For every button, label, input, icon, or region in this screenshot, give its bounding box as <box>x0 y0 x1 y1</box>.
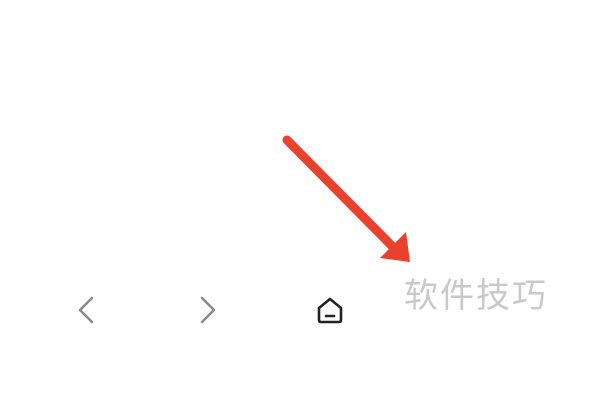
forward-button[interactable] <box>186 288 230 332</box>
red-annotation-arrow <box>282 135 410 262</box>
browser-screen: 软件技巧 <box>0 0 600 400</box>
back-button[interactable] <box>64 288 108 332</box>
chevron-right-icon <box>200 296 216 324</box>
home-icon <box>317 297 343 324</box>
home-button[interactable] <box>308 288 352 332</box>
chevron-left-icon <box>78 296 94 324</box>
watermark-text: 软件技巧 <box>404 276 548 316</box>
